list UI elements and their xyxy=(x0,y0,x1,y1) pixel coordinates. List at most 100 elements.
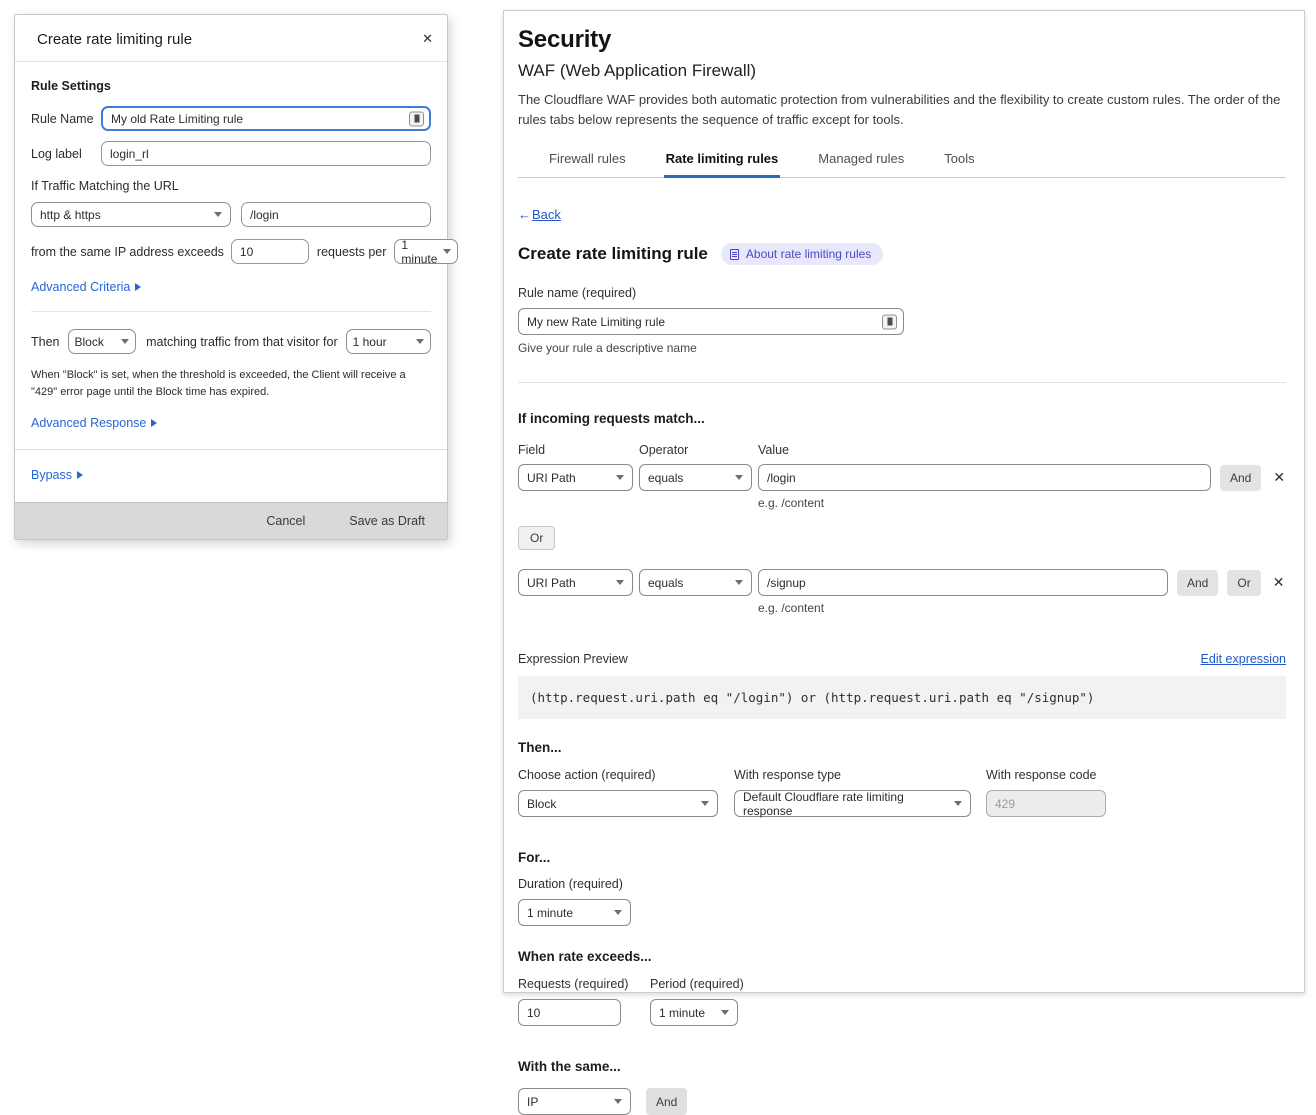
arrow-right-icon xyxy=(77,471,83,479)
chevron-down-icon xyxy=(214,212,222,217)
block-duration-select[interactable]: 1 hour xyxy=(346,329,431,354)
tab-tools[interactable]: Tools xyxy=(942,145,976,178)
cancel-button[interactable]: Cancel xyxy=(266,514,305,528)
about-rate-limiting-rules-badge[interactable]: About rate limiting rules xyxy=(721,243,883,265)
tab-rate-limiting-rules[interactable]: Rate limiting rules xyxy=(664,145,781,178)
or-button[interactable]: Or xyxy=(1227,570,1260,596)
create-rate-limiting-rule-dialog: Create rate limiting rule ✕ Rule Setting… xyxy=(14,14,448,540)
rule-name-input[interactable] xyxy=(101,106,431,131)
page-title: Security xyxy=(518,26,1286,54)
value-column-label: Value xyxy=(758,443,789,457)
requests-label: Requests (required) xyxy=(518,977,650,991)
response-code-input xyxy=(986,790,1106,817)
autofill-icon[interactable] xyxy=(882,314,897,329)
action-select[interactable]: Block xyxy=(518,790,718,817)
waf-tabs: Firewall rules Rate limiting rules Manag… xyxy=(518,145,1286,178)
response-type-select[interactable]: Default Cloudflare rate limiting respons… xyxy=(734,790,971,817)
rule-name-hint: Give your rule a descriptive name xyxy=(518,341,1286,355)
requests-input[interactable] xyxy=(518,999,621,1026)
and-characteristic-button[interactable]: And xyxy=(646,1088,687,1115)
block-note: When "Block" is set, when the threshold … xyxy=(31,367,431,401)
or-connector-button[interactable]: Or xyxy=(518,526,555,550)
url-input[interactable] xyxy=(241,202,431,227)
then-heading: Then... xyxy=(518,740,1286,755)
response-code-label: With response code xyxy=(986,768,1106,782)
advanced-response-link[interactable]: Advanced Response xyxy=(31,416,157,430)
and-button[interactable]: And xyxy=(1220,465,1261,491)
back-link[interactable]: ← Back xyxy=(518,207,561,222)
remove-condition-icon[interactable]: ✕ xyxy=(1271,469,1287,486)
save-as-draft-button[interactable]: Save as Draft xyxy=(349,514,425,528)
period-select[interactable]: 1 minute xyxy=(394,239,458,264)
log-label: Log label xyxy=(31,147,101,161)
condition-row: URI Path equals And Or ✕ xyxy=(518,569,1286,596)
divider xyxy=(31,311,431,312)
bypass-link[interactable]: Bypass xyxy=(31,468,83,482)
action-select[interactable]: Block xyxy=(68,329,137,354)
scheme-select[interactable]: http & https xyxy=(31,202,231,227)
period-label: Period (required) xyxy=(650,977,744,991)
tab-firewall-rules[interactable]: Firewall rules xyxy=(547,145,628,178)
advanced-criteria-link[interactable]: Advanced Criteria xyxy=(31,280,141,294)
chevron-down-icon xyxy=(721,1010,729,1015)
rule-name-label: Rule Name xyxy=(31,112,101,126)
page-subtitle: WAF (Web Application Firewall) xyxy=(518,61,1286,81)
arrow-right-icon xyxy=(135,283,141,291)
chevron-down-icon xyxy=(954,801,962,806)
condition-row: URI Path equals And ✕ xyxy=(518,464,1286,491)
doc-icon xyxy=(730,249,739,260)
log-label-input[interactable] xyxy=(101,141,431,166)
autofill-icon[interactable] xyxy=(409,111,424,126)
chevron-down-icon xyxy=(616,475,624,480)
edit-expression-link[interactable]: Edit expression xyxy=(1201,652,1286,666)
chevron-down-icon xyxy=(735,580,743,585)
operator-select[interactable]: equals xyxy=(639,569,752,596)
value-input[interactable] xyxy=(758,464,1211,491)
requests-per-label: requests per xyxy=(317,245,386,259)
and-button[interactable]: And xyxy=(1177,570,1218,596)
rule-name-input[interactable] xyxy=(518,308,904,335)
divider xyxy=(518,382,1286,383)
response-type-label: With response type xyxy=(734,768,971,782)
chevron-down-icon xyxy=(443,249,451,254)
value-hint: e.g. /content xyxy=(758,496,1286,510)
operator-column-label: Operator xyxy=(639,443,758,457)
tab-managed-rules[interactable]: Managed rules xyxy=(816,145,906,178)
duration-select[interactable]: 1 minute xyxy=(518,899,631,926)
characteristic-select[interactable]: IP xyxy=(518,1088,631,1115)
chevron-down-icon xyxy=(614,1099,622,1104)
requests-input[interactable] xyxy=(231,239,309,264)
exceeds-label: from the same IP address exceeds xyxy=(31,245,224,259)
operator-select[interactable]: equals xyxy=(639,464,752,491)
rate-exceeds-heading: When rate exceeds... xyxy=(518,949,1286,964)
back-arrow-icon: ← xyxy=(518,207,531,222)
choose-action-label: Choose action (required) xyxy=(518,768,718,782)
chevron-down-icon xyxy=(735,475,743,480)
chevron-down-icon xyxy=(614,910,622,915)
create-rule-heading: Create rate limiting rule xyxy=(518,244,708,264)
value-hint: e.g. /content xyxy=(758,601,1286,615)
matching-traffic-label: matching traffic from that visitor for xyxy=(146,335,338,349)
expression-preview-label: Expression Preview xyxy=(518,652,628,666)
incoming-requests-heading: If incoming requests match... xyxy=(518,411,1286,426)
with-same-heading: With the same... xyxy=(518,1059,1286,1074)
dialog-title: Create rate limiting rule xyxy=(37,31,192,48)
chevron-down-icon xyxy=(121,339,129,344)
value-input[interactable] xyxy=(758,569,1168,596)
period-select[interactable]: 1 minute xyxy=(650,999,738,1026)
for-heading: For... xyxy=(518,850,1286,865)
chevron-down-icon xyxy=(701,801,709,806)
remove-condition-icon[interactable]: ✕ xyxy=(1271,574,1287,591)
field-select[interactable]: URI Path xyxy=(518,569,633,596)
field-column-label: Field xyxy=(518,443,639,457)
then-label: Then xyxy=(31,335,60,349)
chevron-down-icon xyxy=(616,580,624,585)
close-icon[interactable]: ✕ xyxy=(422,31,433,45)
traffic-matching-label: If Traffic Matching the URL xyxy=(31,179,431,193)
dialog-footer: Cancel Save as Draft xyxy=(15,502,447,539)
chevron-down-icon xyxy=(416,339,424,344)
expression-preview-code: (http.request.uri.path eq "/login") or (… xyxy=(518,676,1286,719)
field-select[interactable]: URI Path xyxy=(518,464,633,491)
page-description: The Cloudflare WAF provides both automat… xyxy=(518,90,1286,130)
rule-settings-heading: Rule Settings xyxy=(31,79,431,93)
